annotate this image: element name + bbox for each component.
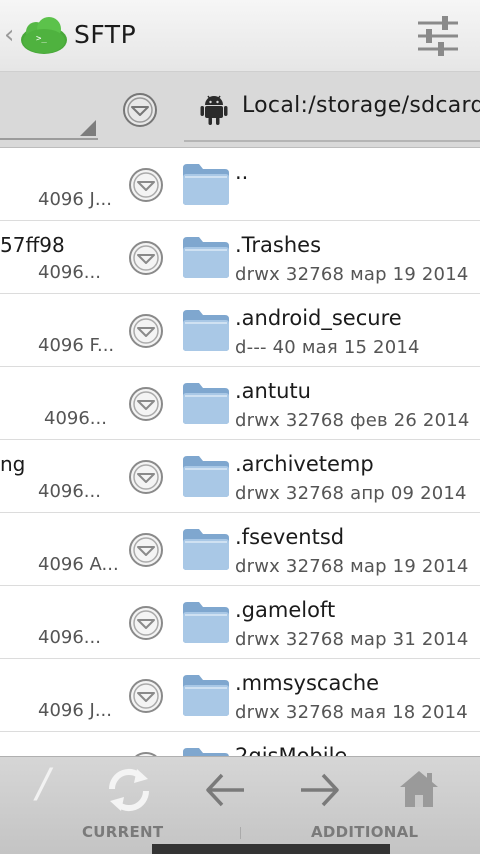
left-item-meta: 4096 F... — [38, 335, 115, 356]
item-name: .fseventsd — [235, 525, 345, 549]
item-name: .Trashes — [235, 233, 322, 257]
current-path[interactable]: Local:/storage/sdcard — [242, 93, 480, 118]
circle-chevron-down-icon[interactable] — [128, 532, 164, 568]
item-meta: drwx 32768 мая 18 2014 — [235, 702, 468, 723]
circle-chevron-down-icon[interactable] — [128, 678, 164, 714]
list-item[interactable]: 2gisMobile — [0, 732, 480, 756]
file-list: 4096 J... .. 57ff98 4096... .Trashes drw… — [0, 148, 480, 756]
arrow-right-icon[interactable] — [295, 765, 345, 815]
action-bar: ‹ >_ SFTP — [0, 0, 480, 72]
folder-icon — [183, 748, 229, 756]
left-item-name: 57ff98 — [0, 233, 65, 257]
list-item[interactable]: 57ff98 4096... .Trashes drwx 32768 мар 1… — [0, 221, 480, 294]
folder-icon — [183, 602, 229, 643]
additional-tab-label[interactable]: ADDITIONAL — [311, 823, 418, 841]
item-name: 2gisMobile — [235, 744, 348, 756]
left-item-meta: 4096... — [38, 262, 101, 283]
dropdown-corner-icon — [80, 120, 96, 136]
item-meta: drwx 32768 мар 31 2014 — [235, 629, 469, 650]
left-item-meta: 4096... — [44, 408, 107, 429]
item-name: .android_secure — [235, 306, 402, 330]
back-caret-icon[interactable]: ‹ — [4, 22, 14, 48]
item-name: .gameloft — [235, 598, 336, 622]
left-item-meta: 4096 J... — [38, 700, 113, 721]
home-icon[interactable] — [394, 765, 444, 815]
item-meta: drwx 32768 мар 19 2014 — [235, 264, 469, 285]
item-name: .archivetemp — [235, 452, 374, 476]
item-name: .mmsyscache — [235, 671, 380, 695]
folder-icon — [183, 456, 229, 497]
panel-scroll-indicator[interactable] — [152, 844, 390, 854]
folder-icon — [183, 164, 229, 205]
item-meta: drwx 32768 апр 09 2014 — [235, 483, 467, 504]
left-item-meta: 4096... — [38, 481, 101, 502]
sliders-icon[interactable] — [412, 14, 464, 58]
list-item[interactable]: 4096... .antutu drwx 32768 фев 26 2014 — [0, 367, 480, 440]
app-title: SFTP — [74, 20, 137, 49]
circle-chevron-down-icon[interactable] — [128, 386, 164, 422]
refresh-icon[interactable] — [104, 765, 154, 815]
bottom-toolbar: / CURRENT ADDITIONAL — [0, 756, 480, 854]
android-icon — [200, 95, 228, 125]
list-item[interactable]: ng 4096... .archivetemp drwx 32768 апр 0… — [0, 440, 480, 513]
circle-chevron-down-icon[interactable] — [128, 167, 164, 203]
circle-chevron-down-icon[interactable] — [128, 605, 164, 641]
folder-icon — [183, 310, 229, 351]
root-slash-icon[interactable]: / — [18, 761, 68, 811]
folder-icon — [183, 529, 229, 570]
left-item-name: ng — [0, 452, 26, 476]
circle-chevron-down-icon[interactable] — [128, 240, 164, 276]
path-header: Local:/storage/sdcard — [0, 72, 480, 148]
item-name: .antutu — [235, 379, 311, 403]
circle-chevron-down-icon[interactable] — [122, 92, 158, 128]
left-item-meta: 4096 A... — [38, 554, 119, 575]
list-item[interactable]: 4096... .gameloft drwx 32768 мар 31 2014 — [0, 586, 480, 659]
list-item[interactable]: 4096 A... .fseventsd drwx 32768 мар 19 2… — [0, 513, 480, 586]
left-item-meta: 4096... — [38, 627, 101, 648]
cloud-terminal-icon[interactable]: >_ — [19, 14, 69, 56]
list-item[interactable]: 4096 J... .mmsyscache drwx 32768 мая 18 … — [0, 659, 480, 732]
item-meta: d--- 40 мая 15 2014 — [235, 337, 420, 358]
list-item[interactable]: 4096 F... .android_secure d--- 40 мая 15… — [0, 294, 480, 367]
item-meta: drwx 32768 мар 19 2014 — [235, 556, 469, 577]
circle-chevron-down-icon[interactable] — [128, 459, 164, 495]
folder-icon — [183, 675, 229, 716]
circle-chevron-down-icon[interactable] — [128, 313, 164, 349]
folder-icon — [183, 383, 229, 424]
arrow-left-icon[interactable] — [200, 765, 250, 815]
svg-text:>_: >_ — [36, 34, 47, 44]
list-item[interactable]: 4096 J... .. — [0, 148, 480, 221]
path-underline — [184, 140, 480, 142]
left-item-meta: 4096 J... — [38, 189, 113, 210]
left-panel-path-selector[interactable] — [0, 84, 98, 140]
tab-divider — [240, 827, 241, 839]
current-tab-label[interactable]: CURRENT — [82, 823, 163, 841]
item-meta: drwx 32768 фев 26 2014 — [235, 410, 470, 431]
item-name: .. — [235, 160, 249, 184]
folder-icon — [183, 237, 229, 278]
